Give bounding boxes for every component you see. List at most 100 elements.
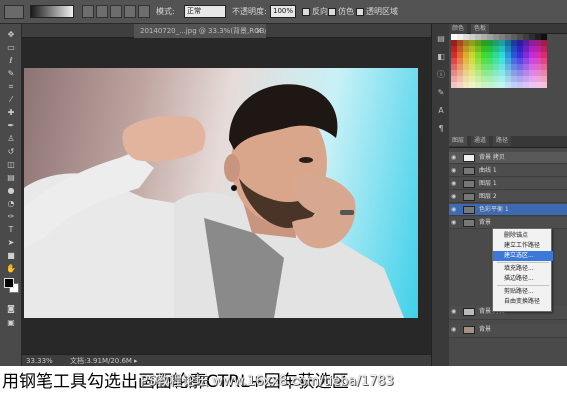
layer-name: 图层 2 <box>479 193 497 200</box>
eye-icon[interactable]: ◉ <box>451 193 459 201</box>
gradient-tool-preset[interactable] <box>4 5 24 19</box>
layer-thumbnail <box>463 154 475 162</box>
tools-panel: ✥ ▭ ℓ ✎ ⌗ ⁄ ✚ ✒ ♙ ↺ ◫ ▤ ● ◔ ✑ T ➤ ■ ✋ ◙ … <box>0 24 22 366</box>
tab-color[interactable]: 颜色 <box>449 24 468 34</box>
menu-separator <box>497 285 549 286</box>
menu-item-delete-anchor[interactable]: 删除锚点 <box>493 231 553 241</box>
swatches-grid[interactable] <box>451 34 547 92</box>
diamond-gradient-button[interactable] <box>138 5 150 18</box>
document-tab[interactable]: 20140720_...jpg @ 33.3%(背景,RGB/8) × <box>134 24 266 38</box>
ear <box>224 154 240 182</box>
mode-label: 模式: <box>156 7 175 16</box>
quick-selection-tool-icon[interactable]: ✎ <box>5 69 17 78</box>
photoshop-window: 模式: 正常 不透明度: 100% 反向 仿色 透明区域 ✥ ▭ ℓ ✎ ⌗ ⁄… <box>0 0 567 366</box>
tab-channels[interactable]: 通道 <box>471 136 490 146</box>
screen-mode-icon[interactable]: ▣ <box>5 318 17 327</box>
history-brush-tool-icon[interactable]: ↺ <box>5 147 17 156</box>
dither-checkbox[interactable] <box>328 8 336 16</box>
eye-icon[interactable]: ◉ <box>451 219 459 227</box>
properties-panel-icon[interactable]: ◧ <box>436 52 446 61</box>
image-canvas[interactable] <box>24 68 418 318</box>
dodge-tool-icon[interactable]: ◔ <box>5 199 17 208</box>
watermark: PS教程论坛 www.16xx8.com/tieba/1783 <box>140 374 394 389</box>
earring <box>231 185 237 191</box>
reverse-checkbox[interactable] <box>302 8 310 16</box>
path-selection-tool-icon[interactable]: ➤ <box>5 238 17 247</box>
clone-stamp-tool-icon[interactable]: ♙ <box>5 134 17 143</box>
status-arrow-icon[interactable]: ▸ <box>134 356 138 366</box>
quick-mask-icon[interactable]: ◙ <box>5 304 17 313</box>
blur-tool-icon[interactable]: ● <box>5 186 17 195</box>
foreground-color-swatch[interactable] <box>4 278 14 288</box>
layer-row[interactable]: ◉ 背景 <box>449 324 567 338</box>
context-menu: 删除锚点 建立工作路径 建立选区... 填充路径... 描边路径... 剪贴路径… <box>492 228 553 312</box>
eye-icon[interactable]: ◉ <box>451 308 459 316</box>
layer-name: 背景 <box>479 326 492 333</box>
document-tab-title: 20140720_...jpg @ 33.3%(背景,RGB/8) <box>140 27 266 35</box>
tab-paths[interactable]: 路径 <box>493 136 512 146</box>
gradient-picker[interactable] <box>30 5 74 18</box>
menu-item-stroke-path[interactable]: 描边路径... <box>493 274 553 284</box>
layer-thumbnail <box>463 326 475 334</box>
transparency-checkbox[interactable] <box>356 8 364 16</box>
color-swatch[interactable] <box>541 82 547 88</box>
tab-layers[interactable]: 图层 <box>449 136 468 146</box>
panel-dock-icons: ▤ ◧ ⓘ ✎ A ¶ <box>431 24 449 366</box>
status-bar: 33.33% 文档:3.91M/20.6M ▸ <box>22 354 440 366</box>
layer-row[interactable]: ◉ 曲线 1 <box>449 165 567 177</box>
layer-row[interactable]: ◉ 背景 拷贝 <box>449 152 567 164</box>
mode-select[interactable]: 正常 <box>184 5 226 18</box>
pen-tool-icon[interactable]: ✑ <box>5 212 17 221</box>
document-tab-bar: 20140720_...jpg @ 33.3%(背景,RGB/8) × <box>22 24 440 38</box>
eraser-tool-icon[interactable]: ◫ <box>5 160 17 169</box>
reverse-label: 反向 <box>312 7 328 16</box>
eyedropper-tool-icon[interactable]: ⁄ <box>5 95 17 104</box>
fist <box>122 115 206 162</box>
panels-column: 颜色 色板 图层 通道 路径 ◉ 背景 拷贝 ◉ 曲线 1 ◉ 图层 1 ◉ 图… <box>449 24 567 366</box>
hand-tool-icon[interactable]: ✋ <box>5 264 17 273</box>
eye-icon[interactable]: ◉ <box>451 326 459 334</box>
eye-icon[interactable]: ◉ <box>451 154 459 162</box>
shape-tool-icon[interactable]: ■ <box>5 251 17 260</box>
zoom-level[interactable]: 33.33% <box>26 356 53 366</box>
brush-panel-icon[interactable]: ✎ <box>436 88 446 97</box>
radial-gradient-button[interactable] <box>96 5 108 18</box>
menu-item-free-transform-path[interactable]: 自由变换路径 <box>493 297 553 307</box>
menu-item-make-work-path[interactable]: 建立工作路径 <box>493 241 553 251</box>
angle-gradient-button[interactable] <box>110 5 122 18</box>
healing-brush-tool-icon[interactable]: ✚ <box>5 108 17 117</box>
brush-tool-icon[interactable]: ✒ <box>5 121 17 130</box>
opacity-label: 不透明度: <box>232 7 267 16</box>
layer-row[interactable]: ◉ 图层 2 <box>449 191 567 203</box>
history-panel-icon[interactable]: ▤ <box>436 34 446 43</box>
options-bar: 模式: 正常 不透明度: 100% 反向 仿色 透明区域 <box>0 0 567 24</box>
type-tool-icon[interactable]: T <box>5 225 17 234</box>
menu-item-clipping-path[interactable]: 剪贴路径... <box>493 287 553 297</box>
lasso-tool-icon[interactable]: ℓ <box>5 56 17 65</box>
reflected-gradient-button[interactable] <box>124 5 136 18</box>
opacity-field[interactable]: 100% <box>270 5 296 18</box>
move-tool-icon[interactable]: ✥ <box>5 30 17 39</box>
layer-name: 图层 1 <box>479 180 497 187</box>
close-tab-icon[interactable]: × <box>255 24 262 38</box>
layer-name: 背景 <box>479 219 492 226</box>
eye-icon[interactable]: ◉ <box>451 180 459 188</box>
marquee-tool-icon[interactable]: ▭ <box>5 43 17 52</box>
tab-swatches[interactable]: 色板 <box>471 24 490 34</box>
layer-row-selected[interactable]: ◉ 色彩平衡 1 <box>449 204 567 216</box>
crop-tool-icon[interactable]: ⌗ <box>5 82 17 91</box>
menu-item-fill-path[interactable]: 填充路径... <box>493 264 553 274</box>
menu-item-make-selection[interactable]: 建立选区... <box>493 251 553 261</box>
gradient-tool-icon[interactable]: ▤ <box>5 173 17 182</box>
layer-thumbnail <box>463 180 475 188</box>
linear-gradient-button[interactable] <box>82 5 94 18</box>
layers-tabs: 图层 通道 路径 <box>449 136 567 148</box>
character-panel-icon[interactable]: A <box>436 106 446 115</box>
layer-row[interactable]: ◉ 图层 1 <box>449 178 567 190</box>
info-panel-icon[interactable]: ⓘ <box>436 70 446 79</box>
ring <box>340 210 354 215</box>
eye-icon[interactable]: ◉ <box>451 206 459 214</box>
layer-name: 背景 拷贝 <box>479 154 505 161</box>
eye-icon[interactable]: ◉ <box>451 167 459 175</box>
paragraph-panel-icon[interactable]: ¶ <box>436 124 446 133</box>
